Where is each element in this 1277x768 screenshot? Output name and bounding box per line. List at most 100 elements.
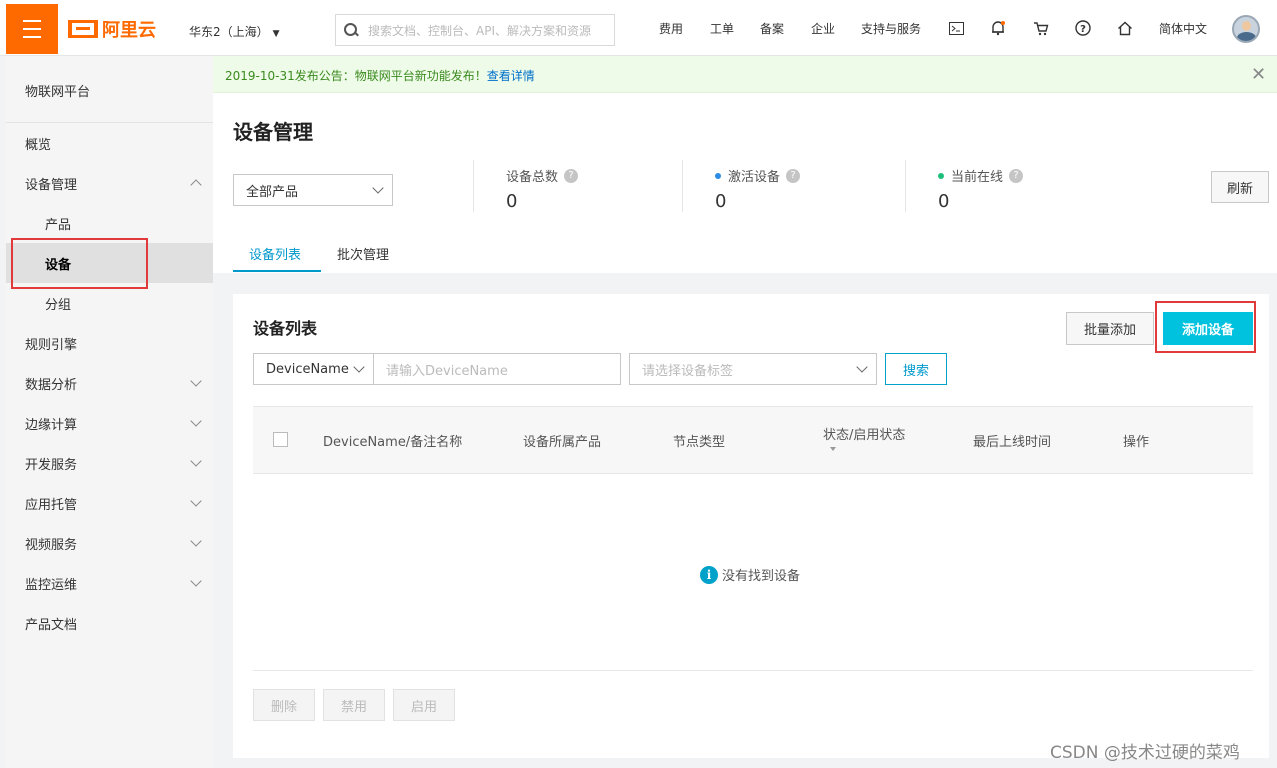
tab-batch-management[interactable]: 批次管理 bbox=[337, 244, 389, 263]
sidebar-item-label: 产品文档 bbox=[25, 617, 78, 633]
sidebar-item-label: 产品 bbox=[45, 217, 72, 233]
sidebar-item-group[interactable]: 分组 bbox=[6, 283, 213, 323]
info-icon: i bbox=[700, 565, 718, 584]
sidebar-item-label: 监控运维 bbox=[25, 577, 78, 593]
product-select[interactable]: 全部产品 bbox=[233, 174, 393, 206]
search-placeholder: 搜索文档、控制台、API、解决方案和资源 bbox=[368, 23, 591, 38]
sidebar-item-label: 概览 bbox=[25, 137, 52, 153]
caret-down-icon: ▼ bbox=[272, 29, 280, 39]
table-footer-divider bbox=[253, 670, 1253, 671]
nav-icp[interactable]: 备案 bbox=[760, 20, 784, 37]
nav-fee[interactable]: 费用 bbox=[659, 20, 683, 37]
status-dot bbox=[938, 172, 944, 179]
chevron-down-icon bbox=[353, 361, 365, 373]
column-header: DeviceName/备注名称 bbox=[323, 435, 463, 450]
top-bar: 阿里云 华东2（上海） ▼ 搜索文档、控制台、API、解决方案和资源 费用 工单 … bbox=[0, 0, 1277, 56]
chevron-down-icon bbox=[190, 415, 202, 427]
help-icon[interactable]: ? bbox=[564, 168, 579, 183]
nav-support[interactable]: 支持与服务 bbox=[861, 20, 921, 37]
sidebar-item-label: 分组 bbox=[45, 297, 72, 313]
sidebar-item-monitoring[interactable]: 监控运维 bbox=[6, 563, 213, 603]
tab-indicator bbox=[233, 270, 321, 272]
logo[interactable]: 阿里云 bbox=[68, 16, 156, 42]
stat-label-text: 激活设备 bbox=[728, 170, 781, 185]
chevron-up-icon bbox=[190, 179, 202, 191]
column-header-status[interactable]: 状态/启用状态 bbox=[823, 424, 905, 443]
stat-online-label: 当前在线? bbox=[938, 166, 1024, 185]
region-label: 华东2（上海） bbox=[189, 25, 269, 39]
sidebar-item-app-hosting[interactable]: 应用托管 bbox=[6, 483, 213, 523]
stat-online-value: 0 bbox=[938, 191, 950, 212]
search-icon bbox=[344, 23, 358, 37]
column-header: 设备所属产品 bbox=[523, 435, 602, 450]
sidebar-item-docs[interactable]: 产品文档 bbox=[6, 603, 213, 643]
close-icon[interactable]: ✕ bbox=[1251, 64, 1266, 85]
help-icon[interactable]: ? bbox=[786, 168, 801, 183]
bulk-add-button[interactable]: 批量添加 bbox=[1066, 312, 1154, 345]
bell-icon[interactable] bbox=[988, 18, 1008, 38]
search-input[interactable]: 搜索文档、控制台、API、解决方案和资源 bbox=[335, 14, 615, 46]
home-icon[interactable] bbox=[1115, 18, 1135, 38]
sidebar-item-product[interactable]: 产品 bbox=[6, 203, 213, 243]
help-icon[interactable]: ? bbox=[1073, 18, 1093, 38]
empty-state: i 没有找到设备 bbox=[700, 565, 800, 584]
chevron-down-icon bbox=[856, 361, 868, 373]
notice-link[interactable]: 查看详情 bbox=[487, 69, 535, 83]
sidebar-item-video-service[interactable]: 视频服务 bbox=[6, 523, 213, 563]
enable-button[interactable]: 启用 bbox=[393, 689, 455, 721]
filter-field-value: DeviceName bbox=[266, 361, 349, 377]
delete-button[interactable]: 删除 bbox=[253, 689, 315, 721]
notice-text: 2019-10-31发布公告：物联网平台新功能发布！查看详情 bbox=[225, 67, 535, 84]
device-name-input[interactable]: 请输入DeviceName bbox=[373, 353, 621, 385]
sidebar-item-label: 数据分析 bbox=[25, 377, 78, 393]
search-button[interactable]: 搜索 bbox=[885, 353, 947, 385]
chevron-down-icon bbox=[372, 182, 384, 194]
refresh-button[interactable]: 刷新 bbox=[1211, 171, 1269, 203]
menu-icon[interactable] bbox=[6, 4, 58, 54]
stat-total-value: 0 bbox=[506, 191, 518, 212]
product-select-value: 全部产品 bbox=[246, 184, 299, 200]
sidebar-item-label: 规则引擎 bbox=[25, 337, 78, 353]
sidebar-item-data-analysis[interactable]: 数据分析 bbox=[6, 363, 213, 403]
logo-text: 阿里云 bbox=[102, 20, 156, 41]
page-title: 设备管理 bbox=[233, 120, 313, 144]
filter-field-select[interactable]: DeviceName bbox=[253, 353, 374, 385]
nav-enterprise[interactable]: 企业 bbox=[811, 20, 835, 37]
stat-active-value: 0 bbox=[715, 191, 727, 212]
notice-bar: 2019-10-31发布公告：物联网平台新功能发布！查看详情 ✕ bbox=[213, 56, 1277, 93]
sidebar-item-label: 设备管理 bbox=[25, 177, 78, 193]
sidebar-title: 物联网平台 bbox=[25, 85, 91, 100]
avatar[interactable] bbox=[1232, 15, 1260, 43]
sidebar-item-device-management[interactable]: 设备管理 bbox=[6, 163, 213, 203]
watermark: CSDN @技术过硬的菜鸡 bbox=[1050, 743, 1240, 763]
sidebar-item-label: 应用托管 bbox=[25, 497, 78, 513]
region-selector[interactable]: 华东2（上海） ▼ bbox=[189, 23, 280, 40]
chevron-down-icon bbox=[190, 455, 202, 467]
chevron-down-icon bbox=[190, 375, 202, 387]
sidebar-item-edge-computing[interactable]: 边缘计算 bbox=[6, 403, 213, 443]
disable-button[interactable]: 禁用 bbox=[323, 689, 385, 721]
aliyun-logo-icon bbox=[68, 20, 98, 38]
nav-ticket[interactable]: 工单 bbox=[710, 20, 734, 37]
select-all-checkbox[interactable] bbox=[273, 432, 288, 447]
device-tag-select[interactable]: 请选择设备标签 bbox=[629, 353, 877, 385]
terminal-icon[interactable] bbox=[946, 18, 966, 38]
chevron-down-icon bbox=[190, 535, 202, 547]
column-header: 操作 bbox=[1123, 435, 1150, 450]
sidebar-item-label: 边缘计算 bbox=[25, 417, 78, 433]
sidebar-item-rule-engine[interactable]: 规则引擎 bbox=[6, 323, 213, 363]
empty-text: 没有找到设备 bbox=[722, 569, 801, 584]
sidebar: 物联网平台 概览 设备管理 产品 设备 分组 规则引擎 数据分析 边缘计算 开发… bbox=[6, 56, 213, 768]
sort-caret-icon[interactable] bbox=[830, 447, 836, 451]
tab-device-list[interactable]: 设备列表 bbox=[249, 244, 301, 263]
sidebar-item-overview[interactable]: 概览 bbox=[6, 123, 213, 163]
cart-icon[interactable] bbox=[1031, 18, 1051, 38]
sidebar-item-label: 视频服务 bbox=[25, 537, 78, 553]
chevron-down-icon bbox=[190, 495, 202, 507]
column-header: 节点类型 bbox=[673, 435, 726, 450]
help-icon[interactable]: ? bbox=[1009, 168, 1024, 183]
sidebar-item-dev-service[interactable]: 开发服务 bbox=[6, 443, 213, 483]
divider bbox=[473, 160, 474, 212]
language-switch[interactable]: 简体中文 bbox=[1159, 20, 1207, 37]
svg-text:?: ? bbox=[1080, 24, 1086, 35]
